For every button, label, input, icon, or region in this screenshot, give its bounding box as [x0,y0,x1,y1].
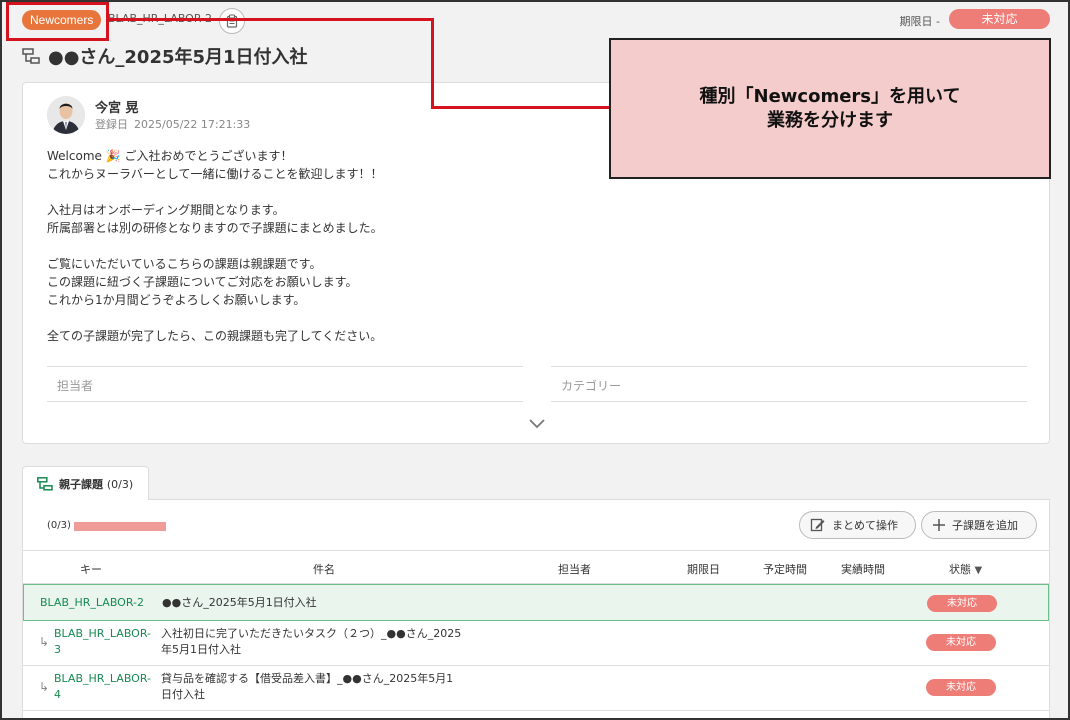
row-key[interactable]: BLAB_HR_LABOR-2 [40,595,144,611]
tab-parent-child[interactable]: 親子課題 (0/3) [22,466,149,500]
annotation-callout: 種別「Newcomers」を用いて 業務を分けます [609,38,1051,179]
avatar [47,96,85,134]
callout-line-2: 業務を分けます [767,109,893,131]
column-due[interactable]: 期限日 [687,561,720,577]
column-status[interactable]: 状態 ▼ [949,561,982,577]
progress-text: (0/3) [47,520,71,531]
author-name: 今宮 晃 [95,101,139,116]
title-row: ●●さん_2025年5月1日付入社 [22,42,308,70]
bulk-edit-button[interactable]: まとめて操作 [799,511,916,539]
child-arrow-icon: ↳ [39,635,50,649]
subtasks-panel: (0/3) まとめて操作 子課題を追加 キー 件名 担当者 期限日 予定時間 実… [22,499,1050,720]
callout-line-1: 種別「Newcomers」を用いて [699,85,961,107]
table-row[interactable]: ↳ BLAB_HR_LABOR- 3 入社初日に完了いただきたいタスク（２つ）_●… [23,621,1049,666]
row-key[interactable]: BLAB_HR_LABOR- 3 [54,626,151,658]
child-arrow-icon: ↳ [39,680,50,694]
column-summary[interactable]: 件名 [313,561,335,577]
parent-issue-icon [22,48,40,64]
copy-key-button[interactable] [219,8,245,34]
chevron-down-icon[interactable] [527,417,547,431]
sort-down-icon: ▼ [974,565,983,576]
column-key[interactable]: キー [80,561,102,577]
connector-line [431,18,434,109]
row-status-badge[interactable]: 未対応 [926,634,996,651]
row-key[interactable]: BLAB_HR_LABOR- 4 [54,671,151,703]
edit-icon [810,518,825,532]
row-status-badge[interactable]: 未対応 [926,679,996,696]
row-summary[interactable]: ●●さん_2025年5月1日付入社 [162,595,317,611]
registered-date: 登録日 2025/05/22 17:21:33 [95,118,251,131]
connector-line [109,18,434,21]
page-title: ●●さん_2025年5月1日付入社 [48,47,308,68]
progress-bar [74,522,166,531]
parent-child-icon [37,476,53,491]
column-estimated[interactable]: 予定時間 [763,561,807,577]
connector-line [431,106,611,109]
plus-icon [933,519,945,531]
row-status-badge[interactable]: 未対応 [927,595,997,612]
column-actual[interactable]: 実績時間 [841,561,885,577]
row-summary[interactable]: 入社初日に完了いただきたいタスク（２つ）_●●さん_2025 年5月1日付入社 [161,626,461,658]
add-subtask-button[interactable]: 子課題を追加 [921,511,1037,539]
due-date-label: 期限日 - [899,15,940,28]
column-assignee[interactable]: 担当者 [558,561,591,577]
status-badge[interactable]: 未対応 [949,9,1050,29]
row-summary[interactable]: 貸与品を確認する【借受品差入書】_●●さん_2025年5月1 日付入社 [161,671,453,703]
table-row[interactable]: ↳ BLAB_HR_LABOR- 4 貸与品を確認する【借受品差入書】_●●さん_… [23,666,1049,711]
table-header: キー 件名 担当者 期限日 予定時間 実績時間 状態 ▼ [23,550,1049,584]
description-text: Welcome 🎉 ご入社おめでとうございます！ これからヌーラバーとして一緒に… [47,149,383,343]
table-row[interactable]: BLAB_HR_LABOR-2 ●●さん_2025年5月1日付入社 未対応 [23,584,1049,621]
highlight-box [6,2,109,41]
assignee-field[interactable]: 担当者 [47,366,523,402]
clipboard-icon [226,14,238,28]
category-field[interactable]: カテゴリー [551,366,1027,402]
